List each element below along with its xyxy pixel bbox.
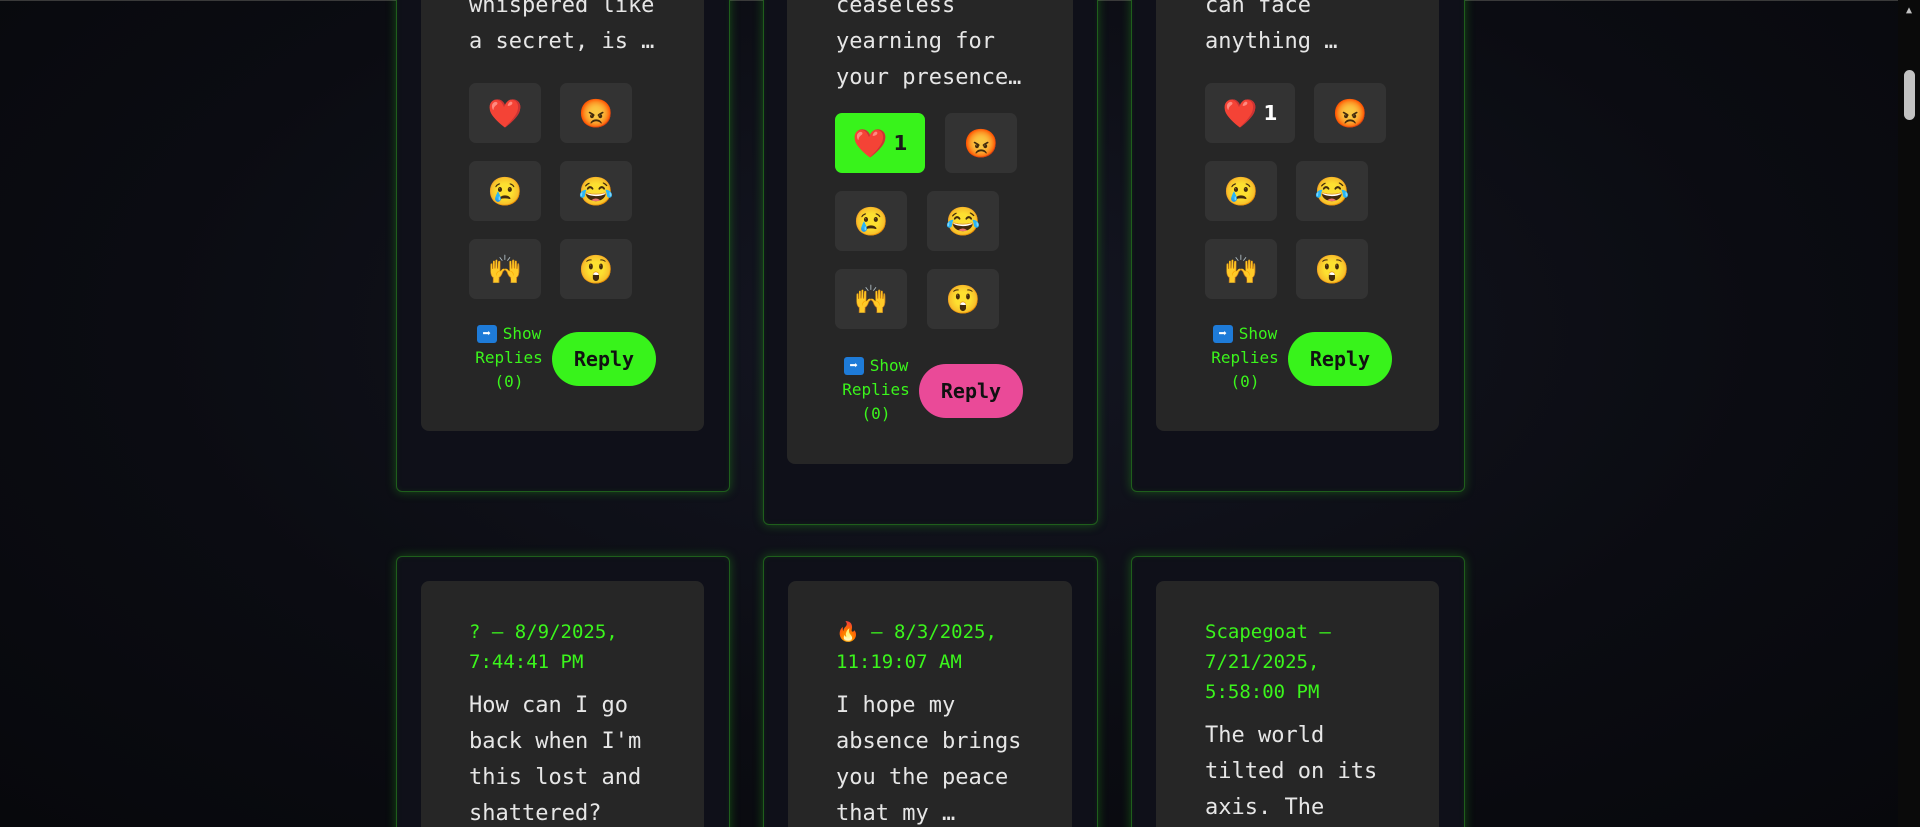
sad-face-icon: 😢 [1223, 174, 1259, 208]
sad-face-icon: 😢 [487, 174, 523, 208]
reply-button[interactable]: Reply [1288, 332, 1392, 386]
reaction-praise-button[interactable]: 🙌 [1205, 239, 1277, 299]
arrow-right-icon: ➡ [843, 357, 864, 375]
post-meta-text: – 8/3/2025, 11:19:07 AM [836, 621, 997, 673]
astonished-face-icon: 😲 [1314, 252, 1350, 286]
reply-button[interactable]: Reply [552, 332, 656, 386]
reaction-laugh-button[interactable]: 😂 [1296, 161, 1368, 221]
reaction-praise-button[interactable]: 🙌 [835, 269, 907, 329]
arrow-right-icon: ➡ [1212, 325, 1233, 343]
post-meta: ? – 8/9/2025, 7:44:41 PM [469, 621, 618, 673]
raised-hands-icon: 🙌 [1223, 252, 1259, 286]
reaction-angry-button[interactable]: 😡 [560, 83, 632, 143]
raised-hands-icon: 🙌 [853, 282, 889, 316]
post-text: ceaseless yearning for your presence… [836, 0, 1022, 90]
arrow-right-icon: ➡ [476, 325, 497, 343]
reaction-angry-button[interactable]: 😡 [1314, 83, 1386, 143]
reaction-laugh-button[interactable]: 😂 [927, 191, 999, 251]
reaction-angry-button[interactable]: 😡 [945, 113, 1017, 173]
sad-face-icon: 😢 [853, 204, 889, 238]
post-meta: 🔥 – 8/3/2025, 11:19:07 AM [836, 617, 997, 677]
astonished-face-icon: 😲 [945, 282, 981, 316]
post-text: The world tilted on its axis. The [1205, 723, 1378, 820]
astonished-face-icon: 😲 [578, 252, 614, 286]
post-text: can face anything … [1205, 0, 1338, 54]
post-text: whispered like a secret, is … [469, 0, 655, 54]
scrollbar-track[interactable] [1898, 0, 1920, 827]
reaction-laugh-button[interactable]: 😂 [560, 161, 632, 221]
post-text: I hope my absence brings you the peace t… [836, 693, 1022, 826]
angry-face-icon: 😡 [1332, 96, 1368, 130]
reaction-wow-button[interactable]: 😲 [927, 269, 999, 329]
tears-of-joy-icon: 😂 [1314, 174, 1350, 208]
scroll-up-arrow-icon[interactable]: ▲ [1904, 6, 1914, 16]
reaction-sad-button[interactable]: 😢 [835, 191, 907, 251]
reaction-count: 1 [1263, 101, 1278, 125]
angry-face-icon: 😡 [578, 96, 614, 130]
angry-face-icon: 😡 [963, 126, 999, 160]
show-replies-link[interactable]: ➡ Show Replies (0) [1203, 322, 1287, 394]
reaction-wow-button[interactable]: 😲 [1296, 239, 1368, 299]
reaction-heart-button[interactable]: ❤️ 1 [1205, 83, 1295, 143]
fire-icon: 🔥 [836, 621, 860, 643]
tears-of-joy-icon: 😂 [945, 204, 981, 238]
scrollbar-thumb[interactable] [1904, 70, 1915, 120]
show-replies-link[interactable]: ➡ Show Replies (0) [834, 354, 918, 426]
reaction-praise-button[interactable]: 🙌 [469, 239, 541, 299]
reaction-sad-button[interactable]: 😢 [469, 161, 541, 221]
reaction-count: 1 [893, 131, 908, 155]
post-text: How can I go back when I'm this lost and… [469, 693, 642, 826]
raised-hands-icon: 🙌 [487, 252, 523, 286]
show-replies-link[interactable]: ➡ Show Replies (0) [467, 322, 551, 394]
reaction-heart-button[interactable]: ❤️ [469, 83, 541, 143]
tears-of-joy-icon: 😂 [578, 174, 614, 208]
heart-icon: ❤️ [487, 96, 523, 130]
heart-icon: ❤️ [1222, 96, 1258, 130]
reaction-heart-button[interactable]: ❤️ 1 [835, 113, 925, 173]
post-meta: Scapegoat – 7/21/2025, 5:58:00 PM [1205, 621, 1331, 703]
heart-icon: ❤️ [852, 126, 888, 160]
reaction-sad-button[interactable]: 😢 [1205, 161, 1277, 221]
reaction-wow-button[interactable]: 😲 [560, 239, 632, 299]
reply-button[interactable]: Reply [919, 364, 1023, 418]
